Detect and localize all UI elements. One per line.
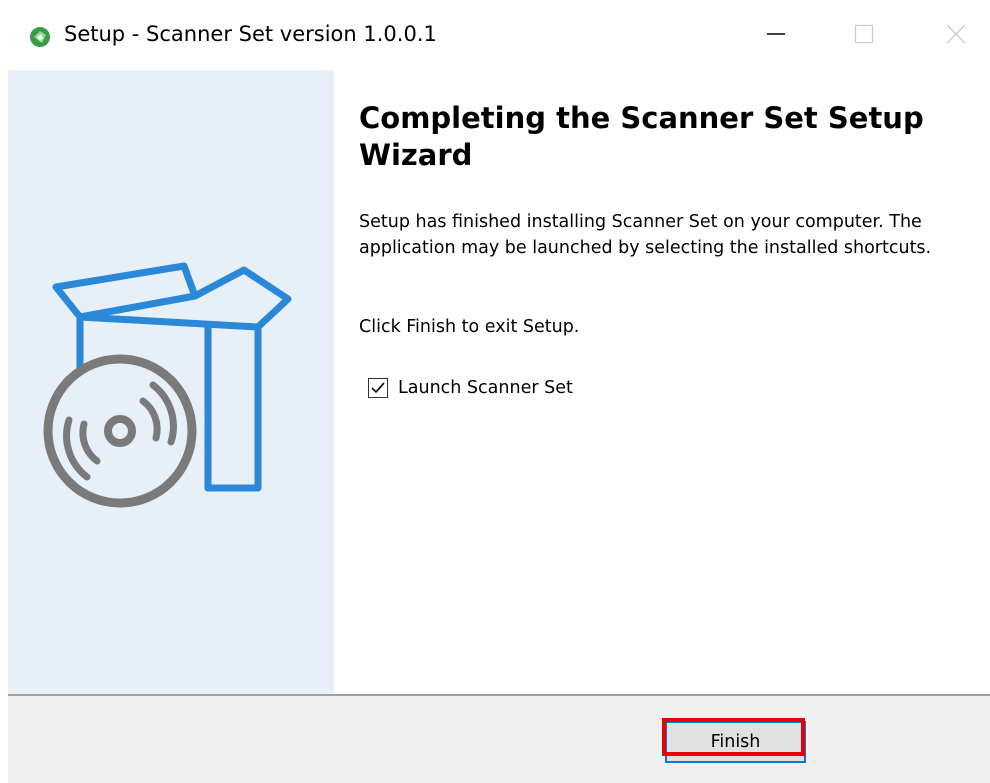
button-bar bbox=[8, 696, 990, 783]
title-bar[interactable]: Setup - Scanner Set version 1.0.0.1 bbox=[0, 0, 990, 70]
wizard-side-panel bbox=[8, 70, 334, 694]
maximize-button[interactable] bbox=[840, 14, 888, 58]
close-button[interactable] bbox=[932, 14, 980, 58]
launch-scanner-set-checkbox[interactable]: Launch Scanner Set bbox=[368, 375, 573, 401]
minimize-icon bbox=[765, 23, 787, 49]
maximize-icon bbox=[853, 23, 875, 49]
minimize-button[interactable] bbox=[752, 14, 800, 58]
checkbox-label[interactable]: Launch Scanner Set bbox=[398, 378, 573, 398]
exit-instruction: Click Finish to exit Setup. bbox=[359, 317, 580, 337]
page-title: Completing the Scanner Set Setup Wizard bbox=[359, 101, 924, 172]
checkbox-box[interactable] bbox=[368, 378, 388, 398]
checkmark-icon bbox=[371, 382, 385, 394]
app-icon bbox=[29, 26, 51, 48]
finished-message: Setup has finished installing Scanner Se… bbox=[359, 212, 932, 258]
software-box-with-disc-icon bbox=[43, 262, 292, 508]
setup-wizard-window: Setup - Scanner Set version 1.0.0.1 Comp… bbox=[0, 0, 990, 783]
finish-button[interactable]: Finish bbox=[665, 721, 806, 763]
close-icon bbox=[945, 23, 967, 49]
wizard-content: Completing the Scanner Set Setup Wizard … bbox=[334, 70, 990, 694]
window-title: Setup - Scanner Set version 1.0.0.1 bbox=[64, 22, 437, 46]
